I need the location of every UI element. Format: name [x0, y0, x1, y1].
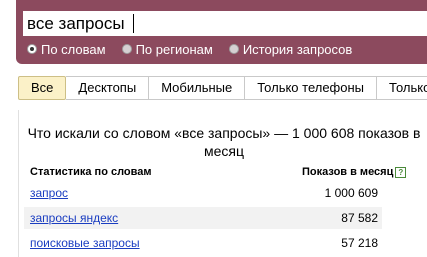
keyword-link[interactable]: поисковые запросы [30, 232, 140, 254]
radio-checked-icon[interactable] [27, 44, 37, 54]
radio-icon[interactable] [121, 44, 132, 54]
impressions-value: 1 000 609 [324, 186, 378, 200]
results-heading: Что искали со словом «все запросы» — 1 0… [27, 125, 421, 159]
mode-by-regions[interactable]: По регионам [121, 41, 213, 57]
device-tabs: Все Десктопы Мобильные Только телефоны Т… [18, 76, 427, 100]
mode-label: По регионам [135, 41, 213, 57]
tab-all[interactable]: Все [18, 76, 67, 100]
mode-history[interactable]: История запросов [228, 41, 353, 57]
mode-by-words[interactable]: По словам [27, 42, 106, 57]
mode-label: По словам [41, 41, 106, 57]
results-divider [18, 110, 19, 257]
tab-phones-only[interactable]: Только телефоны [245, 76, 378, 100]
impressions-value: 87 582 [341, 211, 378, 225]
radio-icon[interactable] [228, 44, 239, 54]
keyword-link[interactable]: запросы яндекс [30, 207, 118, 229]
tab-mobile[interactable]: Мобильные [149, 76, 246, 100]
column-header-impressions: Показов в месяц? [302, 166, 407, 178]
impressions-value: 57 218 [341, 236, 378, 250]
tab-tablets-only[interactable]: Только [377, 76, 427, 100]
keyword-link[interactable]: запрос [30, 182, 68, 204]
tab-desktops[interactable]: Десктопы [66, 76, 150, 100]
column-header-keywords: Статистика по словам [30, 166, 152, 178]
table-row: запрос 1 000 609 [24, 182, 382, 204]
mode-label: История запросов [242, 41, 353, 57]
search-mode-group: По словам По регионам История запросов [27, 41, 368, 57]
column-header-impressions-label: Показов в месяц [302, 166, 394, 178]
text-caret [133, 14, 134, 33]
table-row: поисковые запросы 57 218 [24, 232, 382, 254]
table-row: запросы яндекс 87 582 [24, 207, 382, 229]
help-icon[interactable]: ? [395, 166, 407, 178]
search-input[interactable]: все запросы [23, 11, 427, 36]
